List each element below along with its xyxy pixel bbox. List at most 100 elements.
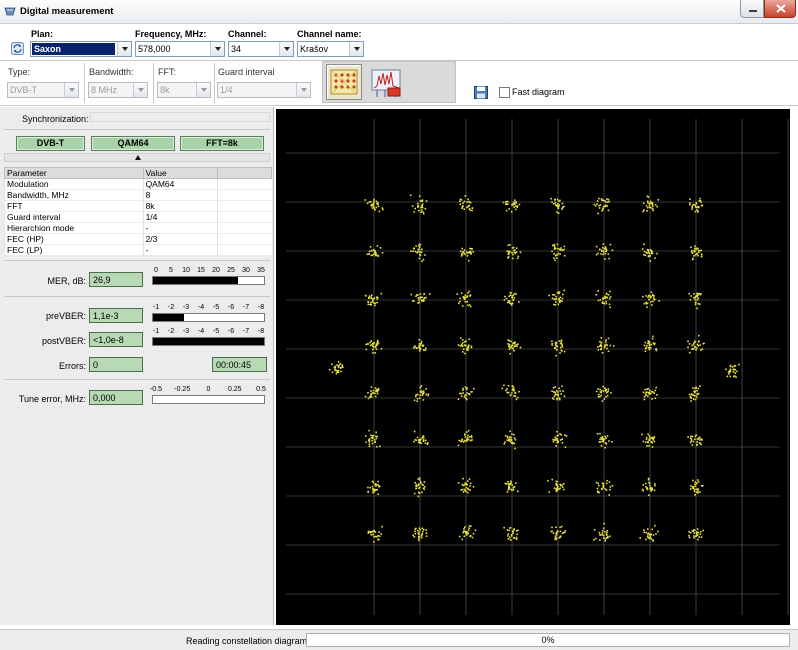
mer-bar (152, 276, 265, 285)
constellation-point (597, 388, 599, 390)
constellation-point (415, 394, 417, 396)
constellation-point (601, 534, 604, 536)
guard-interval-select[interactable]: 1/4 (217, 82, 311, 98)
chevron-down-icon (210, 42, 224, 56)
constellation-point (596, 200, 599, 202)
window-title: Digital measurement (20, 6, 114, 17)
refresh-icon[interactable] (11, 42, 24, 55)
constellation-point (601, 302, 604, 304)
constellation-point (368, 295, 371, 297)
constellation-point (466, 480, 469, 482)
constellation-point (562, 486, 564, 488)
constellation-point (642, 210, 644, 213)
constellation-point (694, 485, 697, 488)
constellation-point (643, 529, 645, 531)
close-button[interactable] (764, 0, 796, 18)
collapse-arrow-icon[interactable] (4, 153, 270, 162)
constellation-point (369, 303, 371, 306)
constellation-point (373, 253, 375, 256)
column-header-empty[interactable] (217, 167, 272, 179)
constellation-view-button[interactable] (326, 64, 362, 100)
constellation-point (606, 347, 608, 350)
constellation-point (602, 439, 604, 442)
spectrum-view-button[interactable] (369, 64, 405, 100)
constellation-point (421, 296, 423, 299)
table-cell: - (142, 222, 218, 234)
constellation-point (373, 208, 376, 210)
constellation-point (427, 393, 430, 395)
constellation-point (600, 348, 603, 350)
tune-error-scale-ticks: -0.5 -0.25 0 0.25 0.5 (150, 386, 266, 394)
constellation-point (372, 435, 374, 437)
constellation-point (507, 538, 510, 540)
constellation-point (554, 436, 557, 439)
constellation-point (519, 251, 522, 254)
constellation-point (423, 300, 425, 302)
constellation-point (649, 200, 652, 203)
table-cell: Hierarchion mode (4, 222, 144, 234)
constellation-point (464, 344, 467, 347)
constellation-point (647, 388, 650, 390)
constellation-point (553, 487, 556, 489)
constellation-point (606, 435, 609, 437)
constellation-point (507, 535, 509, 537)
constellation-point (656, 394, 658, 396)
constellation-point (699, 197, 701, 200)
save-icon[interactable] (474, 86, 488, 99)
constellation-point (506, 391, 508, 394)
constellation-point (513, 206, 515, 208)
constellation-point (561, 438, 563, 440)
mer-label: MER, dB: (47, 276, 86, 286)
constellation-point (654, 397, 657, 399)
constellation-cluster (688, 292, 702, 310)
constellation-point (690, 397, 693, 399)
constellation-point (690, 485, 692, 487)
constellation-point (557, 247, 559, 250)
constellation-point (654, 257, 656, 259)
constellation-point (652, 534, 655, 536)
type-select[interactable]: DVB-T (7, 82, 79, 98)
minimize-button[interactable] (740, 0, 764, 18)
constellation-point (699, 344, 701, 346)
constellation-point (461, 305, 464, 307)
constellation-point (692, 440, 695, 443)
constellation-point (561, 297, 564, 300)
constellation-point (420, 390, 422, 392)
divider (214, 63, 215, 103)
frequency-select[interactable]: 578,000 (135, 41, 225, 57)
constellation-point (603, 522, 605, 525)
constellation-point (689, 395, 692, 398)
fft-select[interactable]: 8k (157, 82, 211, 98)
constellation-point (700, 349, 702, 351)
constellation-point (596, 203, 598, 205)
constellation-point (377, 205, 380, 208)
constellation-point (560, 349, 563, 352)
constellation-point (511, 388, 514, 390)
constellation-point (642, 295, 644, 298)
constellation-point (510, 539, 512, 541)
constellation-point (688, 393, 691, 396)
column-header-parameter[interactable]: Parameter (4, 167, 144, 179)
constellation-point (652, 300, 654, 303)
scale-tick-label: -4 (197, 304, 205, 311)
constellation-point (689, 441, 692, 444)
channel-name-select[interactable]: Krašov (297, 41, 364, 57)
column-header-value[interactable]: Value (142, 167, 219, 179)
constellation-point (508, 529, 510, 532)
constellation-point (470, 253, 472, 255)
constellation-point (555, 390, 558, 392)
bandwidth-select[interactable]: 8 MHz (88, 82, 148, 98)
table-cell: Bandwidth, MHz (4, 189, 144, 201)
channel-select[interactable]: 34 (228, 41, 294, 57)
constellation-point (696, 479, 699, 481)
constellation-point (556, 211, 558, 213)
plan-select[interactable]: Saxon (30, 41, 132, 57)
constellation-point (733, 365, 736, 367)
constellation-point (653, 489, 656, 492)
constellation-point (650, 487, 653, 490)
constellation-point (468, 259, 470, 262)
constellation-point (422, 211, 424, 213)
table-cell: Guard interval (4, 211, 144, 223)
fast-diagram-checkbox[interactable] (499, 87, 510, 98)
constellation-point (507, 385, 510, 387)
